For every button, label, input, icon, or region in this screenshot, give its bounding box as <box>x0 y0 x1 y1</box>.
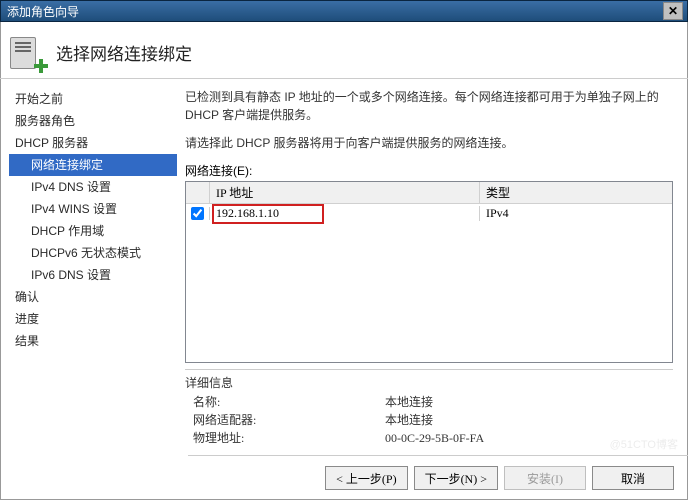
description-1: 已检测到具有静态 IP 地址的一个或多个网络连接。每个网络连接都可用于为单独子网… <box>185 88 673 124</box>
col-header-ip[interactable]: IP 地址 <box>210 182 480 203</box>
header: 选择网络连接绑定 <box>10 30 192 75</box>
sidebar-item-before-begin[interactable]: 开始之前 <box>9 88 177 110</box>
grid-row[interactable]: 192.168.1.10 IPv4 <box>186 204 672 223</box>
window-body: 选择网络连接绑定 开始之前 服务器角色 DHCP 服务器 网络连接绑定 IPv4… <box>0 22 688 500</box>
details-header: 详细信息 <box>185 374 673 391</box>
sidebar-item-confirm[interactable]: 确认 <box>9 286 177 308</box>
sidebar-item-dhcp-server[interactable]: DHCP 服务器 <box>9 132 177 154</box>
close-button[interactable]: ✕ <box>663 2 683 20</box>
sidebar-item-network-binding[interactable]: 网络连接绑定 <box>9 154 177 176</box>
connections-grid: IP 地址 类型 192.168.1.10 IPv4 <box>185 181 673 363</box>
detail-adapter-value: 本地连接 <box>295 411 673 429</box>
cancel-button[interactable]: 取消 <box>592 466 674 490</box>
sidebar-item-dhcpv6-stateless[interactable]: DHCPv6 无状态模式 <box>9 242 177 264</box>
grid-label: 网络连接(E): <box>185 162 673 179</box>
footer-divider <box>188 455 688 456</box>
install-button: 安装(I) <box>504 466 586 490</box>
main-panel: 已检测到具有静态 IP 地址的一个或多个网络连接。每个网络连接都可用于为单独子网… <box>181 80 687 499</box>
detail-name-value: 本地连接 <box>295 393 673 411</box>
row-type: IPv4 <box>480 206 672 221</box>
titlebar: 添加角色向导 ✕ <box>0 0 688 22</box>
sidebar-item-ipv4-dns[interactable]: IPv4 DNS 设置 <box>9 176 177 198</box>
sidebar-item-dhcp-scope[interactable]: DHCP 作用域 <box>9 220 177 242</box>
footer-buttons: < 上一步(P) 下一步(N) > 安装(I) 取消 <box>325 466 674 490</box>
sidebar-item-ipv6-dns[interactable]: IPv6 DNS 设置 <box>9 264 177 286</box>
description-2: 请选择此 DHCP 服务器将用于向客户端提供服务的网络连接。 <box>185 134 673 152</box>
prev-button[interactable]: < 上一步(P) <box>325 466 407 490</box>
col-header-type[interactable]: 类型 <box>480 182 672 203</box>
sidebar-item-server-roles[interactable]: 服务器角色 <box>9 110 177 132</box>
row-ip: 192.168.1.10 <box>216 206 279 220</box>
sidebar-item-progress[interactable]: 进度 <box>9 308 177 330</box>
sidebar: 开始之前 服务器角色 DHCP 服务器 网络连接绑定 IPv4 DNS 设置 I… <box>1 80 181 499</box>
detail-mac-value: 00-0C-29-5B-0F-FA <box>295 429 673 447</box>
details-panel: 详细信息 名称: 本地连接 网络适配器: 本地连接 物理地址: 00-0C-29… <box>185 369 673 447</box>
sidebar-item-ipv4-wins[interactable]: IPv4 WINS 设置 <box>9 198 177 220</box>
detail-name-label: 名称: <box>185 393 295 411</box>
detail-adapter-label: 网络适配器: <box>185 411 295 429</box>
page-title: 选择网络连接绑定 <box>56 40 192 65</box>
window-title: 添加角色向导 <box>5 3 663 20</box>
next-button[interactable]: 下一步(N) > <box>414 466 498 490</box>
server-role-icon <box>10 35 46 71</box>
sidebar-item-results[interactable]: 结果 <box>9 330 177 352</box>
header-divider <box>0 78 688 79</box>
grid-header: IP 地址 类型 <box>186 182 672 204</box>
row-checkbox[interactable] <box>191 207 204 220</box>
detail-mac-label: 物理地址: <box>185 429 295 447</box>
